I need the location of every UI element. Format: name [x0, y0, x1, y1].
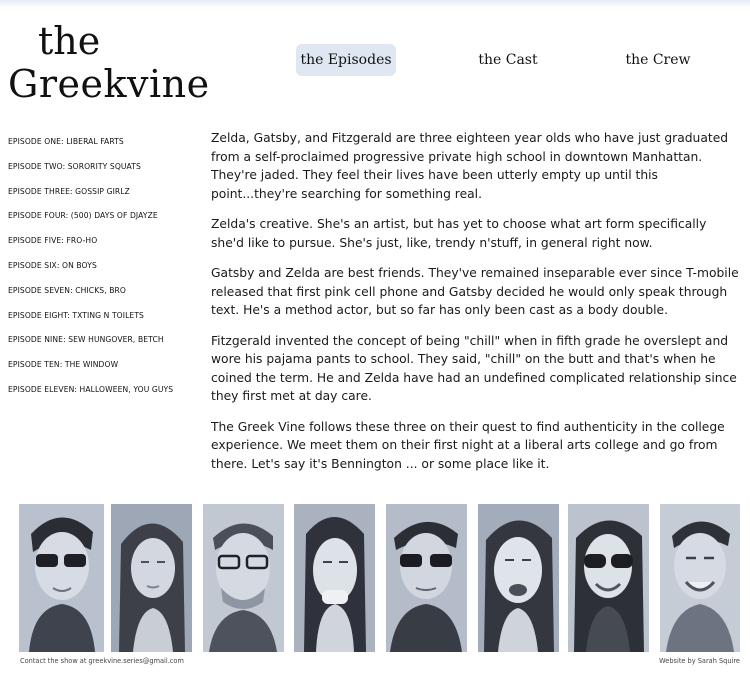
- cast-photo-6: [478, 504, 559, 652]
- cast-photo-5: [386, 504, 467, 652]
- description-paragraph-5: The Greek Vine follows these three on th…: [211, 419, 725, 471]
- episode-link-10[interactable]: Episode Ten: The Window: [8, 359, 193, 384]
- episode-link-6[interactable]: Episode Six: On Boys: [8, 260, 193, 285]
- episode-link-4[interactable]: Episode Four: (500) Days of Djayze: [8, 210, 193, 235]
- episode-list: Episode One: Liberal Farts Episode Two: …: [8, 136, 193, 409]
- cast-photo-3: [203, 504, 284, 652]
- nav-crew[interactable]: the Crew: [618, 44, 698, 76]
- episode-link-2[interactable]: Episode Two: Sorority Squats: [8, 161, 193, 186]
- cast-photo-8: [660, 504, 740, 652]
- episode-link-8[interactable]: Episode Eight: Txting N Toilets: [8, 310, 193, 335]
- logo-line-the: the: [38, 19, 101, 63]
- episode-link-7[interactable]: Episode Seven: Chicks, Bro: [8, 285, 193, 310]
- cast-photo-4: [294, 504, 375, 652]
- cast-photo-2: [111, 504, 192, 652]
- show-description: Zelda, Gatsby, and Fitzgerald are three …: [211, 129, 739, 485]
- cast-photo-1: [19, 504, 104, 652]
- nav-cast[interactable]: the Cast: [470, 44, 546, 76]
- contact-text: Contact the show at greekvine.series@gma…: [20, 657, 184, 665]
- cast-photo-strip: [0, 504, 750, 652]
- description-paragraph-4: Fitzgerald invented the concept of being…: [211, 333, 737, 404]
- episode-link-3[interactable]: Episode Three: Gossip Girlz: [8, 186, 193, 211]
- episode-link-9[interactable]: Episode Nine: Sew Hungover, Betch: [8, 334, 193, 359]
- episode-link-11[interactable]: Episode Eleven: Halloween, You Guys: [8, 384, 193, 409]
- description-paragraph-3: Gatsby and Zelda are best friends. They'…: [211, 266, 739, 317]
- nav-episodes[interactable]: the Episodes: [296, 44, 396, 76]
- cast-photo-7: [568, 504, 649, 652]
- episode-link-1[interactable]: Episode One: Liberal Farts: [8, 136, 193, 161]
- episode-link-5[interactable]: Episode Five: Fro-Ho: [8, 235, 193, 260]
- site-logo[interactable]: the Greekvine: [8, 20, 210, 106]
- top-gradient-bar: [0, 0, 750, 8]
- description-paragraph-1: Zelda, Gatsby, and Fitzgerald are three …: [211, 131, 729, 201]
- description-paragraph-2: Zelda's creative. She's an artist, but h…: [211, 217, 707, 250]
- logo-line-name: Greekvine: [8, 62, 210, 106]
- credit-text: Website by Sarah Squire: [659, 657, 740, 665]
